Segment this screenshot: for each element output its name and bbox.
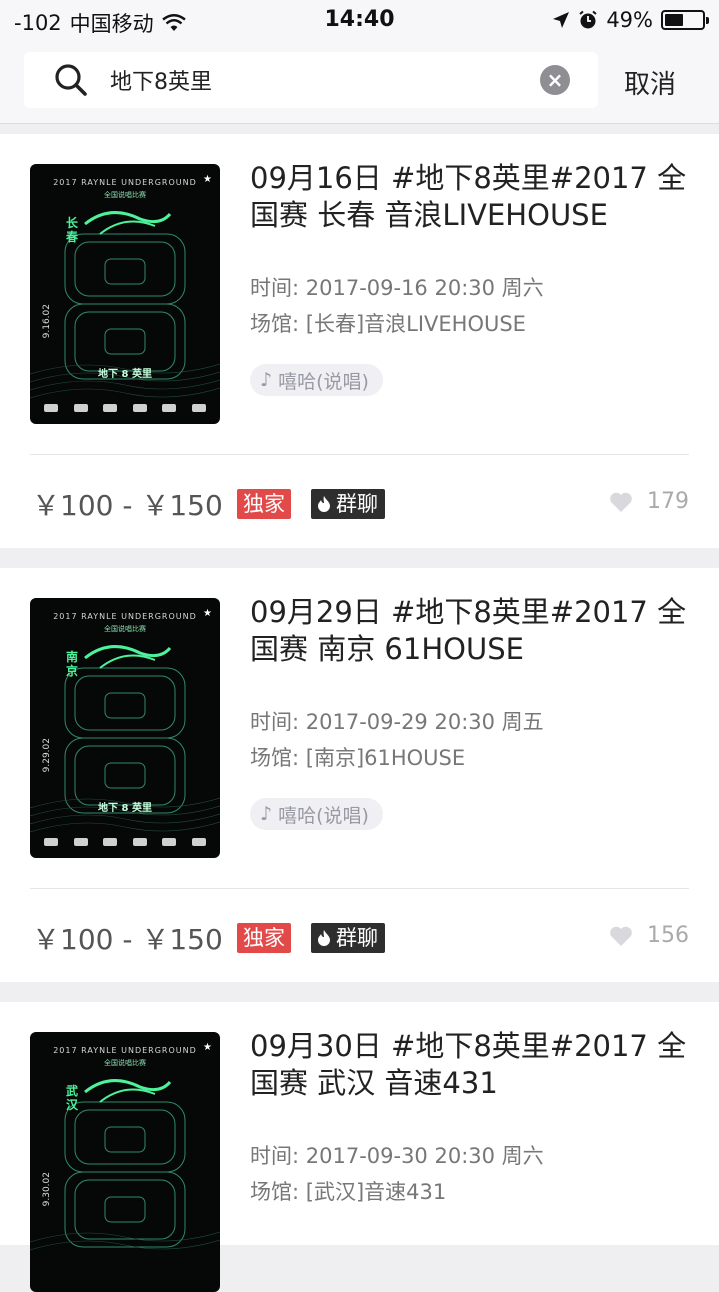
- battery-percent: 49%: [606, 8, 653, 32]
- genre-tag[interactable]: ♪ 嘻哈(说唱): [250, 364, 383, 396]
- genre-tag[interactable]: ♪ 嘻哈(说唱): [250, 798, 383, 830]
- group-chat-badge[interactable]: 群聊: [311, 489, 385, 519]
- search-box[interactable]: ×: [24, 52, 598, 108]
- flame-icon: [318, 930, 330, 946]
- event-title[interactable]: 09月16日 #地下8英里#2017 全国赛 长春 音浪LIVEHOUSE: [250, 160, 690, 234]
- event-poster-image[interactable]: 2017 RAYNLE UNDERGROUND 全国说唱比赛 武汉 ★ 9.30…: [30, 1032, 220, 1292]
- price-range: ￥100 - ￥150: [32, 489, 223, 522]
- search-bar: × 取消: [0, 40, 719, 124]
- like-button[interactable]: 156: [609, 923, 689, 948]
- search-input[interactable]: [110, 52, 530, 108]
- event-poster-image[interactable]: 2017 RAYNLE UNDERGROUND 全国说唱比赛 南京 ★ 9.29…: [30, 598, 220, 858]
- event-card[interactable]: 2017 RAYNLE UNDERGROUND 全国说唱比赛 南京 ★ 9.29…: [0, 568, 719, 982]
- event-time: 时间: 2017-09-30 20:30 周六: [250, 1144, 544, 1168]
- event-venue: 场馆: [长春]音浪LIVEHOUSE: [250, 312, 526, 336]
- event-time: 时间: 2017-09-29 20:30 周五: [250, 710, 544, 734]
- event-poster-image[interactable]: 2017 RAYNLE UNDERGROUND 全国说唱比赛 长春 ★ 9.16…: [30, 164, 220, 424]
- like-count: 156: [647, 923, 689, 948]
- heart-icon: [610, 926, 632, 946]
- event-time: 时间: 2017-09-16 20:30 周六: [250, 276, 544, 300]
- event-title[interactable]: 09月29日 #地下8英里#2017 全国赛 南京 61HOUSE: [250, 594, 690, 668]
- cancel-button[interactable]: 取消: [624, 64, 676, 101]
- like-button[interactable]: 179: [609, 489, 689, 514]
- genre-tag-label: 嘻哈(说唱): [278, 370, 369, 393]
- search-icon: [55, 64, 87, 96]
- flame-icon: [318, 496, 330, 512]
- location-arrow-icon: [553, 12, 570, 28]
- clear-search-icon[interactable]: ×: [540, 65, 570, 95]
- music-note-icon: ♪: [260, 369, 273, 391]
- group-chat-badge[interactable]: 群聊: [311, 923, 385, 953]
- divider: [30, 888, 689, 889]
- genre-tag-label: 嘻哈(说唱): [278, 804, 369, 827]
- group-chat-label: 群聊: [336, 492, 378, 516]
- event-card[interactable]: 2017 RAYNLE UNDERGROUND 全国说唱比赛 长春 ★ 9.16…: [0, 134, 719, 548]
- alarm-icon: [579, 10, 597, 29]
- price-range: ￥100 - ￥150: [32, 923, 223, 956]
- exclusive-badge: 独家: [237, 489, 291, 519]
- event-card[interactable]: 2017 RAYNLE UNDERGROUND 全国说唱比赛 武汉 ★ 9.30…: [0, 1002, 719, 1292]
- battery-icon: [661, 10, 709, 30]
- like-count: 179: [647, 489, 689, 514]
- divider: [30, 454, 689, 455]
- event-title[interactable]: 09月30日 #地下8英里#2017 全国赛 武汉 音速431: [250, 1028, 690, 1102]
- group-chat-label: 群聊: [336, 926, 378, 950]
- exclusive-badge: 独家: [237, 923, 291, 953]
- heart-icon: [610, 492, 632, 512]
- event-venue: 场馆: [南京]61HOUSE: [250, 746, 466, 770]
- event-venue: 场馆: [武汉]音速431: [250, 1180, 447, 1204]
- status-bar: -102 中国移动 14:40 49%: [0, 0, 719, 40]
- music-note-icon: ♪: [260, 803, 273, 825]
